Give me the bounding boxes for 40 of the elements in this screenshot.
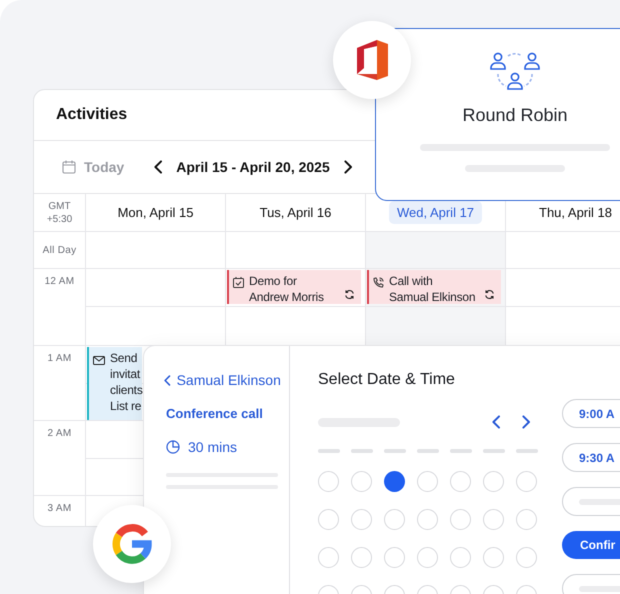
google-logo-icon <box>112 524 152 564</box>
team-rotation-icon <box>490 51 540 93</box>
hour-label: 3 AM <box>48 503 72 516</box>
duration-label: 30 mins <box>188 439 238 455</box>
all-day-label: All Day <box>42 244 76 256</box>
hour-label: 2 AM <box>48 428 72 441</box>
office-logo-icon <box>355 39 389 81</box>
event-title: Send invitat clients List re <box>110 350 143 415</box>
date-range: April 15 - April 20, 2025 <box>176 159 330 175</box>
checkbox-calendar-icon <box>233 277 244 288</box>
time-slot-button[interactable]: 9:30 A <box>562 443 620 472</box>
day-header[interactable]: Mon, April 15 <box>110 201 202 224</box>
chevron-left-icon <box>154 160 162 174</box>
day-header[interactable]: Thu, April 18 <box>531 201 620 224</box>
clock-icon <box>166 440 180 454</box>
back-link[interactable]: Samual Elkinson <box>164 372 289 388</box>
event-title: Call with Samual Elkinson <box>389 273 476 301</box>
calendar-event[interactable]: Demo for Andrew Morris <box>227 270 361 304</box>
timezone-label: GMT +5:30 <box>46 200 74 226</box>
day-header[interactable]: Wed, April 17 <box>388 201 482 224</box>
calendar-icon <box>62 160 76 174</box>
section-title: Select Date & Time <box>318 371 456 389</box>
event-title: Demo for Andrew Morris <box>249 273 324 301</box>
event-type: Conference call <box>166 406 264 421</box>
date-button[interactable] <box>384 471 405 492</box>
chevron-right-icon <box>522 415 530 429</box>
day-header[interactable]: Tus, April 16 <box>252 201 340 224</box>
chevron-left-icon <box>164 374 171 386</box>
phone-icon <box>373 277 384 288</box>
calendar-event[interactable]: Call with Samual Elkinson <box>367 270 501 304</box>
hour-label: 1 AM <box>48 353 72 366</box>
time-slot-button[interactable]: 9:00 A <box>562 399 620 428</box>
calendar-event[interactable]: Send invitat clients List re <box>87 347 142 420</box>
chevron-left-icon <box>492 415 500 429</box>
card-title: Activities <box>56 106 128 124</box>
chevron-right-icon <box>344 160 352 174</box>
round-robin-title: Round Robin <box>462 105 568 126</box>
envelope-icon <box>93 356 105 365</box>
hour-label: 12 AM <box>44 276 74 289</box>
confirm-button[interactable]: Confir <box>562 531 620 559</box>
